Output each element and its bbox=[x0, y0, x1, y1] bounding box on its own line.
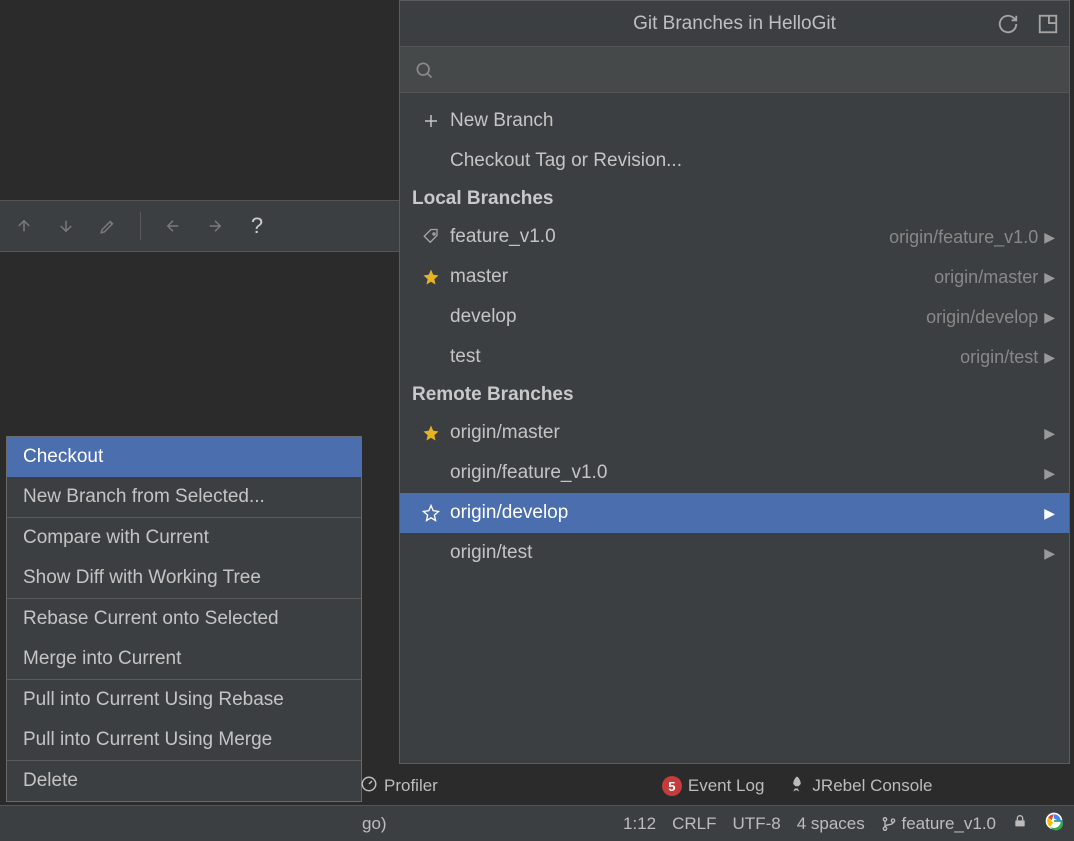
plus-icon bbox=[418, 112, 444, 130]
star-filled-icon bbox=[418, 424, 444, 442]
ctx-item-label: Checkout bbox=[23, 446, 103, 468]
ctx-new-branch-from-selected[interactable]: New Branch from Selected... bbox=[7, 477, 361, 517]
git-branches-popup: Git Branches in HelloGit New Branch Chec… bbox=[399, 0, 1070, 764]
local-branch-label: master bbox=[450, 266, 934, 288]
ctx-show-diff-working-tree[interactable]: Show Diff with Working Tree bbox=[7, 558, 361, 598]
local-branch-item[interactable]: test origin/test ▶ bbox=[400, 337, 1069, 377]
remote-branch-item[interactable]: origin/master ▶ bbox=[400, 413, 1069, 453]
editor-bg bbox=[0, 0, 400, 160]
popup-title-bar: Git Branches in HelloGit bbox=[400, 1, 1069, 47]
local-branch-item[interactable]: develop origin/develop ▶ bbox=[400, 297, 1069, 337]
current-branch[interactable]: feature_v1.0 bbox=[881, 814, 996, 834]
jrebel-label: JRebel Console bbox=[812, 776, 932, 796]
chevron-right-icon: ▶ bbox=[1044, 309, 1055, 326]
remote-branch-label: origin/master bbox=[450, 422, 1044, 444]
remote-branch-label: origin/feature_v1.0 bbox=[450, 462, 1044, 484]
indent-setting[interactable]: 4 spaces bbox=[797, 814, 865, 834]
debug-toolbar: ? bbox=[0, 200, 400, 252]
chevron-right-icon: ▶ bbox=[1044, 269, 1055, 286]
ctx-item-label: Compare with Current bbox=[23, 527, 209, 549]
ctx-item-label: Rebase Current onto Selected bbox=[23, 608, 279, 630]
checkout-tag-label: Checkout Tag or Revision... bbox=[450, 150, 1055, 172]
branch-search-row[interactable] bbox=[400, 47, 1069, 93]
expand-icon[interactable] bbox=[1037, 13, 1059, 35]
new-branch-item[interactable]: New Branch bbox=[400, 101, 1069, 141]
line-separator[interactable]: CRLF bbox=[672, 814, 716, 834]
local-branch-label: test bbox=[450, 346, 960, 368]
ctx-item-label: Pull into Current Using Merge bbox=[23, 729, 272, 751]
chevron-right-icon: ▶ bbox=[1044, 505, 1055, 522]
lock-icon[interactable] bbox=[1012, 813, 1028, 834]
git-branch-icon bbox=[881, 816, 897, 832]
local-branch-item[interactable]: master origin/master ▶ bbox=[400, 257, 1069, 297]
ctx-item-label: Delete bbox=[23, 770, 78, 792]
new-branch-label: New Branch bbox=[450, 110, 1055, 132]
local-branch-label: feature_v1.0 bbox=[450, 226, 889, 248]
tracking-label: origin/master bbox=[934, 267, 1038, 288]
event-log-badge: 5 bbox=[662, 776, 682, 796]
help-icon[interactable]: ? bbox=[247, 216, 267, 236]
chevron-right-icon: ▶ bbox=[1044, 545, 1055, 562]
star-outline-icon bbox=[418, 504, 444, 522]
branch-name: feature_v1.0 bbox=[901, 814, 996, 834]
star-filled-icon bbox=[418, 268, 444, 286]
arrow-left-icon[interactable] bbox=[163, 216, 183, 236]
arrow-up-icon[interactable] bbox=[14, 216, 34, 236]
jrebel-button[interactable]: JRebel Console bbox=[788, 775, 932, 798]
remote-branch-item[interactable]: origin/develop ▶ bbox=[400, 493, 1069, 533]
refresh-icon[interactable] bbox=[997, 13, 1019, 35]
ctx-delete[interactable]: Delete bbox=[7, 761, 361, 801]
checkout-tag-item[interactable]: Checkout Tag or Revision... bbox=[400, 141, 1069, 181]
popup-title-text: Git Branches in HelloGit bbox=[633, 13, 836, 35]
toolwindow-bar: Profiler 5 Event Log JRebel Console bbox=[360, 769, 1070, 803]
chevron-right-icon: ▶ bbox=[1044, 425, 1055, 442]
local-branches-header: Local Branches bbox=[400, 181, 1069, 217]
chevron-right-icon: ▶ bbox=[1044, 349, 1055, 366]
chevron-right-icon: ▶ bbox=[1044, 465, 1055, 482]
ctx-pull-rebase[interactable]: Pull into Current Using Rebase bbox=[7, 680, 361, 720]
local-branch-label: develop bbox=[450, 306, 926, 328]
file-encoding[interactable]: UTF-8 bbox=[733, 814, 781, 834]
tracking-label: origin/test bbox=[960, 347, 1038, 368]
remote-branch-item[interactable]: origin/feature_v1.0 ▶ bbox=[400, 453, 1069, 493]
ctx-rebase-onto-selected[interactable]: Rebase Current onto Selected bbox=[7, 599, 361, 639]
toolbar-separator bbox=[140, 212, 141, 240]
ctx-item-label: New Branch from Selected... bbox=[23, 486, 265, 508]
ctx-checkout[interactable]: Checkout bbox=[7, 437, 361, 477]
search-icon bbox=[414, 60, 434, 80]
status-left-fragment: go) bbox=[362, 814, 387, 834]
google-icon[interactable] bbox=[1044, 811, 1064, 836]
ctx-item-label: Merge into Current bbox=[23, 648, 181, 670]
gauge-icon bbox=[360, 775, 378, 798]
remote-branch-label: origin/test bbox=[450, 542, 1044, 564]
profiler-label: Profiler bbox=[384, 776, 438, 796]
arrow-right-icon[interactable] bbox=[205, 216, 225, 236]
ctx-pull-merge[interactable]: Pull into Current Using Merge bbox=[7, 720, 361, 760]
ctx-item-label: Show Diff with Working Tree bbox=[23, 567, 261, 589]
edit-icon[interactable] bbox=[98, 216, 118, 236]
rocket-icon bbox=[788, 775, 806, 798]
ctx-compare-with-current[interactable]: Compare with Current bbox=[7, 518, 361, 558]
tracking-label: origin/feature_v1.0 bbox=[889, 227, 1038, 248]
tag-icon bbox=[418, 228, 444, 246]
status-bar: go) 1:12 CRLF UTF-8 4 spaces feature_v1.… bbox=[0, 805, 1074, 841]
branch-context-menu: Checkout New Branch from Selected... Com… bbox=[6, 436, 362, 802]
ctx-item-label: Pull into Current Using Rebase bbox=[23, 689, 284, 711]
local-branch-item[interactable]: feature_v1.0 origin/feature_v1.0 ▶ bbox=[400, 217, 1069, 257]
tracking-label: origin/develop bbox=[926, 307, 1038, 328]
ctx-merge-into-current[interactable]: Merge into Current bbox=[7, 639, 361, 679]
remote-branch-label: origin/develop bbox=[450, 502, 1044, 524]
arrow-down-icon[interactable] bbox=[56, 216, 76, 236]
event-log-button[interactable]: 5 Event Log bbox=[662, 776, 765, 796]
cursor-position[interactable]: 1:12 bbox=[623, 814, 656, 834]
chevron-right-icon: ▶ bbox=[1044, 229, 1055, 246]
event-log-label: Event Log bbox=[688, 776, 765, 796]
branch-list: New Branch Checkout Tag or Revision... L… bbox=[400, 93, 1069, 581]
remote-branch-item[interactable]: origin/test ▶ bbox=[400, 533, 1069, 573]
profiler-button[interactable]: Profiler bbox=[360, 775, 438, 798]
remote-branches-header: Remote Branches bbox=[400, 377, 1069, 413]
